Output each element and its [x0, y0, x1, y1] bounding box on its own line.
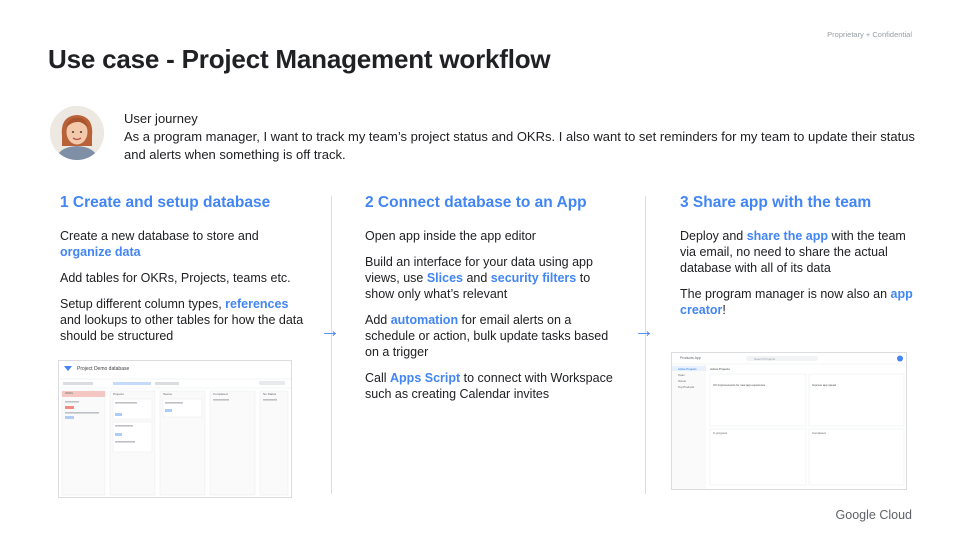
step-1-text-1: Create a new database to store and organ… — [60, 229, 259, 259]
nav-item-top-products[interactable]: Top Products — [678, 385, 694, 389]
app-screenshot: Products App Search Projects Active Proj… — [671, 352, 907, 490]
teams-column — [159, 390, 206, 496]
step-create-database: 1 Create and setup database Create a new… — [60, 194, 310, 354]
no-status-column — [259, 390, 289, 496]
column-divider — [645, 196, 646, 494]
app-name: Products App — [680, 356, 701, 360]
user-journey-text: As a program manager, I want to track my… — [124, 129, 915, 162]
account-avatar-icon — [897, 355, 903, 362]
organize-data-highlight: organize data — [60, 245, 141, 259]
nav-item-active-projects[interactable]: Active Projects — [678, 367, 697, 371]
apps-script-highlight: Apps Script — [390, 371, 461, 385]
okrs-column — [61, 390, 106, 496]
step-3-text-2: The program manager is now also an app c… — [680, 287, 913, 317]
card-title[interactable]: UX Improvements for new app experience — [713, 383, 773, 387]
page-title: Use case - Project Management workflow — [48, 44, 551, 74]
app-search-input[interactable]: Search Projects — [754, 357, 775, 361]
completed-column — [209, 390, 256, 496]
app-view-header: Active Projects — [710, 367, 730, 371]
card-title[interactable]: Improve app speed — [812, 383, 836, 387]
step-2-heading: 2 Connect database to an App — [365, 194, 587, 211]
projects-column — [109, 390, 156, 496]
step-3-text-1: Deploy and share the app with the team v… — [680, 229, 906, 275]
column-label-okrs: OKRs — [65, 391, 74, 395]
column-label-completed: Completed — [213, 392, 228, 396]
step-2-text-1: Open app inside the app editor — [365, 229, 536, 243]
step-1-heading: 1 Create and setup database — [60, 194, 271, 211]
security-filters-highlight: security filters — [490, 271, 577, 285]
nav-item-owner[interactable]: Owner — [678, 379, 686, 383]
column-label-projects: Projects — [113, 392, 124, 396]
step-1-text-3: Setup different column types, references… — [60, 297, 304, 343]
step-connect-app: 2 Connect database to an App Open app in… — [365, 194, 615, 412]
column-divider — [331, 196, 332, 494]
step-2-text-2: Build an interface for your data using a… — [365, 255, 593, 301]
arrow-right-icon: → — [320, 320, 340, 342]
step-share-app: 3 Share app with the team Deploy and sha… — [680, 194, 920, 328]
nav-item-team[interactable]: Team — [678, 373, 685, 377]
share-app-highlight: share the app — [746, 229, 828, 243]
user-journey-heading: User journey — [124, 111, 198, 126]
step-1-text-2: Add tables for OKRs, Projects, teams etc… — [60, 271, 291, 285]
step-2-text-4: Call Apps Script to connect with Workspa… — [365, 371, 613, 401]
google-cloud-logo: Google Cloud — [835, 508, 912, 522]
confidential-label: Proprietary + Confidential — [827, 30, 912, 39]
references-highlight: references — [225, 297, 289, 311]
step-3-heading: 3 Share app with the team — [680, 194, 872, 211]
automation-highlight: automation — [390, 313, 459, 327]
database-title: Project Demo database — [77, 366, 130, 372]
database-screenshot: Project Demo database OKRs Projects Team… — [58, 360, 292, 498]
arrow-right-icon: → — [634, 320, 654, 342]
column-label-no-status: No Status — [263, 392, 277, 396]
user-journey: User journey As a program manager, I wan… — [124, 110, 924, 164]
section-in-progress: In progress — [713, 431, 727, 435]
column-label-teams: Teams — [163, 392, 172, 396]
slices-highlight: Slices — [426, 271, 463, 285]
step-2-text-3: Add automation for email alerts on a sch… — [365, 313, 609, 359]
section-completed: Completed — [812, 431, 826, 435]
avatar — [50, 106, 104, 160]
